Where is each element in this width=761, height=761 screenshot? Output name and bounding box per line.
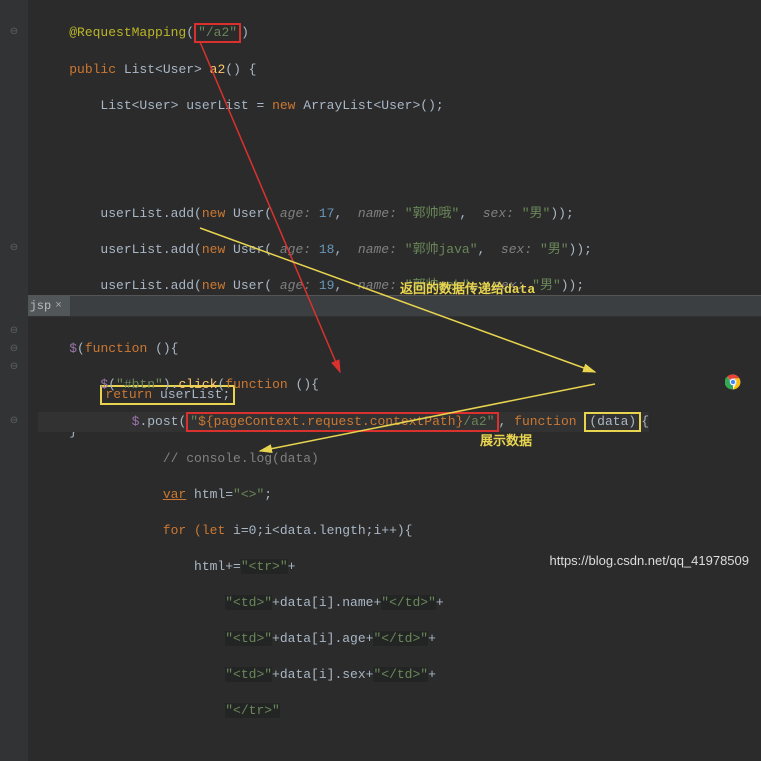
url-highlight: "/a2" [194,23,241,43]
top-editor-panel: ⊖ ⊖ @RequestMapping("/a2") public List<U… [0,0,761,296]
data-param-highlight: (data) [584,412,641,432]
bottom-editor-panel: ⊖ ⊖ ⊖ ⊖ $(function (){ $("#btn").click(f… [0,317,761,761]
code-area-bottom[interactable]: ⊖ ⊖ ⊖ ⊖ $(function (){ $("#btn").click(f… [0,317,761,761]
watermark: https://blog.csdn.net/qq_41978509 [550,553,750,568]
editor-wrapper: ⊖ ⊖ @RequestMapping("/a2") public List<U… [0,0,761,576]
annotation-show-data: 展示数据 [480,430,532,449]
url-path-highlight: "${pageContext.request.contextPath}/a2" [186,412,498,432]
code-lines-bottom[interactable]: $(function (){ $("#btn").click(function … [28,317,649,761]
annotation-return-data: 返回的数据传递给data [400,278,535,297]
gutter-bottom: ⊖ ⊖ ⊖ ⊖ [0,317,28,761]
annotation: @RequestMapping [69,25,186,40]
chrome-icon[interactable] [725,374,741,390]
